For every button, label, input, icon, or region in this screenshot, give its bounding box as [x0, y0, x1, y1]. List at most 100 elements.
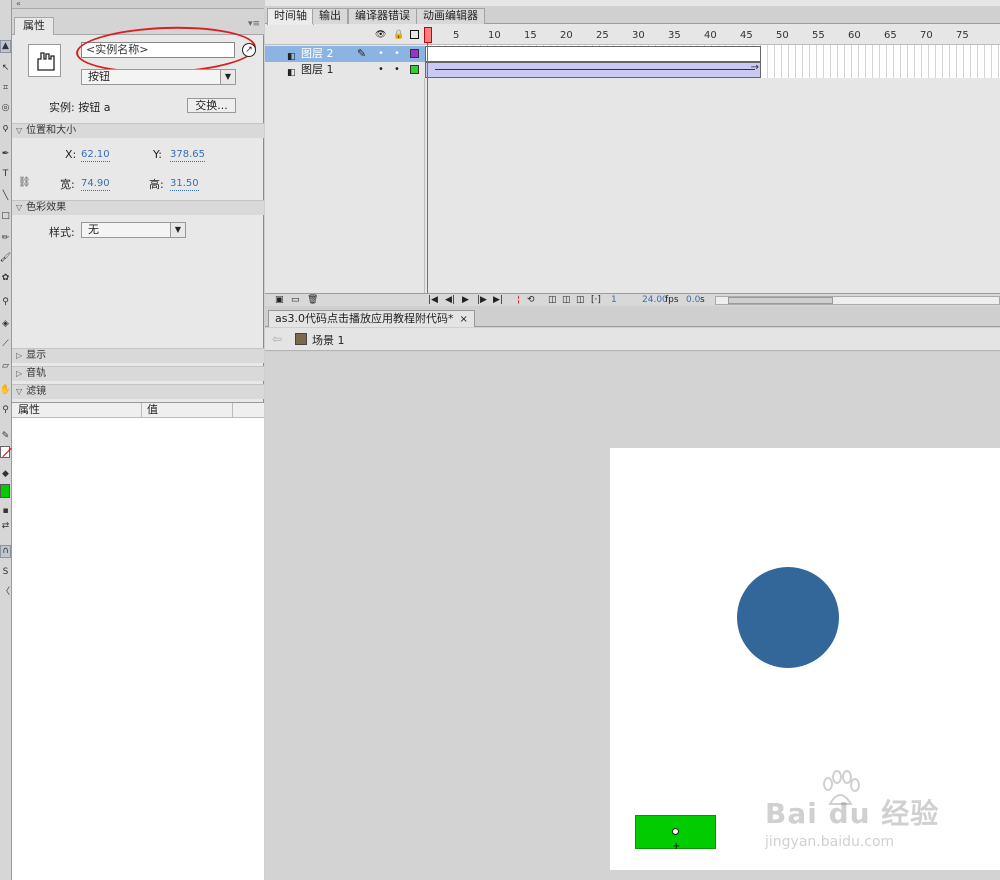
- lock-dot[interactable]: •: [394, 62, 400, 78]
- swap-colors-icon[interactable]: ⇄: [0, 520, 11, 533]
- last-frame-icon[interactable]: ▶|: [493, 294, 503, 306]
- paint-bucket-tool-icon[interactable]: ◈: [0, 318, 11, 331]
- new-layer-icon[interactable]: ▣: [275, 294, 284, 306]
- tab-timeline[interactable]: 时间轴: [267, 8, 314, 25]
- scene-breadcrumb[interactable]: 场景 1: [312, 332, 345, 348]
- subselection-tool-icon[interactable]: ↖: [0, 62, 11, 75]
- layer-name[interactable]: 图层 1: [301, 62, 334, 78]
- brush-tool-icon[interactable]: 🖌: [0, 252, 11, 265]
- button-instance[interactable]: +: [635, 815, 716, 852]
- chevron-down-icon[interactable]: ▼: [220, 70, 235, 84]
- current-frame[interactable]: 1: [611, 294, 617, 306]
- section-position-size[interactable]: ▽ 位置和大小: [12, 123, 264, 138]
- timeline-scrollbar[interactable]: [715, 296, 1000, 305]
- default-colors-icon[interactable]: ▪: [0, 505, 11, 518]
- symbol-type-select[interactable]: 按钮 ▼: [81, 69, 236, 85]
- layer-row-2[interactable]: ◧ 图层 2 ✎ • •: [265, 46, 425, 62]
- onion-outline-icon[interactable]: ◫: [562, 294, 571, 306]
- section-filters[interactable]: ▽ 滤镜: [12, 384, 264, 399]
- visibility-dot[interactable]: •: [378, 62, 384, 78]
- layer-outline-color[interactable]: [410, 65, 419, 74]
- lock-ratio-link-icon[interactable]: ⛓: [18, 177, 31, 188]
- step-forward-icon[interactable]: |▶: [477, 294, 487, 306]
- pencil-tool-icon[interactable]: ✏: [0, 232, 11, 245]
- edit-multiple-icon[interactable]: ◫: [576, 294, 585, 306]
- stroke-color-pencil-icon[interactable]: ✎: [0, 430, 11, 443]
- document-tabbar: as3.0代码点击播放应用教程附代码* ×: [265, 308, 1000, 327]
- layer1-tween-span[interactable]: [425, 62, 761, 78]
- layer-outline-color[interactable]: [410, 49, 419, 58]
- height-value-field[interactable]: 31.50: [170, 178, 199, 191]
- onion-skin-icon[interactable]: ◫: [548, 294, 557, 306]
- document-tab[interactable]: as3.0代码点击播放应用教程附代码* ×: [268, 310, 475, 327]
- bone-tool-icon[interactable]: ⚲: [0, 296, 11, 309]
- tab-compiler-errors[interactable]: 编译器错误: [348, 8, 417, 24]
- scrollbar-thumb[interactable]: [728, 297, 833, 304]
- play-icon[interactable]: ▶: [462, 294, 469, 306]
- hand-tool-icon[interactable]: ✋: [0, 384, 11, 397]
- section-label: 音轨: [26, 368, 47, 379]
- filters-table: 属性 值: [12, 402, 264, 880]
- smooth-icon[interactable]: S: [0, 566, 11, 579]
- pen-tool-icon[interactable]: ✒: [0, 148, 11, 161]
- eraser-tool-icon[interactable]: ▱: [0, 360, 11, 373]
- section-color-effect[interactable]: ▽ 色彩效果: [12, 200, 264, 215]
- panel-menu-icon[interactable]: ▾≡: [248, 19, 260, 29]
- close-icon[interactable]: ×: [459, 314, 467, 325]
- center-frame-icon[interactable]: ¦: [517, 294, 520, 306]
- step-back-icon[interactable]: ◀|: [445, 294, 455, 306]
- y-value-field[interactable]: 378.65: [170, 149, 205, 162]
- tab-output[interactable]: 输出: [312, 8, 348, 24]
- frame-rate[interactable]: 24.00: [642, 294, 668, 306]
- loop-icon[interactable]: ⟲: [527, 294, 535, 306]
- zoom-tool-icon[interactable]: ⚲: [0, 404, 11, 417]
- fill-color-bucket-icon[interactable]: ◆: [0, 468, 11, 481]
- lock-dot[interactable]: •: [394, 46, 400, 62]
- section-tracks[interactable]: ▷ 音轨: [12, 366, 264, 381]
- circle-shape[interactable]: [737, 567, 839, 668]
- modify-markers-icon[interactable]: [·]: [591, 294, 601, 306]
- first-frame-icon[interactable]: |◀: [428, 294, 438, 306]
- outline-icon[interactable]: [410, 30, 419, 39]
- code-snippets-icon[interactable]: ↗: [242, 43, 256, 57]
- lock-icon[interactable]: 🔒: [393, 30, 404, 40]
- tab-motion-editor[interactable]: 动画编辑器: [416, 8, 485, 24]
- rectangle-tool-icon[interactable]: □: [0, 210, 11, 223]
- column-value[interactable]: 值: [143, 403, 233, 418]
- playhead[interactable]: [424, 27, 432, 43]
- fill-color-swatch[interactable]: [0, 484, 10, 498]
- column-property[interactable]: 属性: [14, 403, 142, 418]
- new-folder-icon[interactable]: ▭: [291, 294, 300, 306]
- panel-collapse-bar[interactable]: «: [12, 0, 264, 9]
- x-value-field[interactable]: 62.10: [81, 149, 110, 162]
- layer-name[interactable]: 图层 2: [301, 46, 334, 62]
- layer-row-1[interactable]: ◧ 图层 1 • •: [265, 62, 425, 78]
- color-style-select[interactable]: 无 ▼: [81, 222, 186, 238]
- visibility-dot[interactable]: •: [378, 46, 384, 62]
- collapse-glyph[interactable]: «: [16, 0, 21, 8]
- fps-unit: fps: [665, 295, 679, 305]
- deco-tool-icon[interactable]: ✿: [0, 272, 11, 285]
- chevron-down-icon[interactable]: ▼: [170, 223, 185, 237]
- straighten-icon[interactable]: 〈: [0, 586, 11, 599]
- tab-properties[interactable]: 属性: [14, 17, 54, 35]
- 3d-rotation-tool-icon[interactable]: ◎: [0, 102, 11, 115]
- delete-layer-icon[interactable]: 🗑: [307, 294, 318, 306]
- snap-to-objects-icon[interactable]: ∩: [0, 545, 11, 558]
- swap-button[interactable]: 交换...: [187, 98, 236, 113]
- selection-tool-icon[interactable]: ▲: [0, 40, 11, 53]
- stroke-color-swatch[interactable]: [0, 446, 10, 458]
- section-display[interactable]: ▷ 显示: [12, 348, 264, 363]
- eye-icon[interactable]: 👁: [375, 30, 386, 40]
- back-arrow-icon[interactable]: ⇦: [272, 332, 282, 346]
- width-value-field[interactable]: 74.90: [81, 178, 110, 191]
- frame-ruler[interactable]: 1 5 10 15 20 25 30 35 40 45 50 55 60 65 …: [425, 25, 1000, 45]
- line-tool-icon[interactable]: ╲: [0, 190, 11, 203]
- lasso-tool-icon[interactable]: ϙ: [0, 122, 11, 135]
- free-transform-tool-icon[interactable]: ⌗: [0, 82, 11, 95]
- text-tool-icon[interactable]: T: [0, 168, 11, 181]
- layer2-frame-span[interactable]: [425, 46, 761, 62]
- eyedropper-tool-icon[interactable]: ⟋: [0, 338, 11, 351]
- instance-name-input[interactable]: <实例名称>: [81, 42, 235, 58]
- elapsed-time[interactable]: 0.0: [686, 294, 700, 306]
